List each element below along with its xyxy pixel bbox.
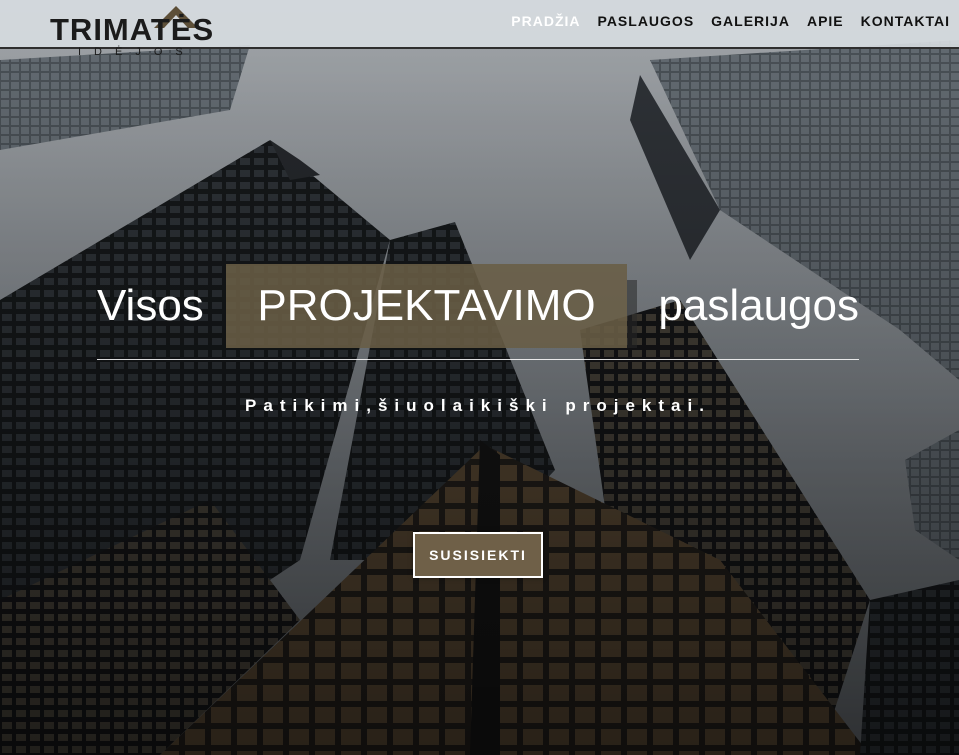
- headline-left-word: Visos: [97, 281, 204, 330]
- hero-divider: [97, 359, 859, 360]
- site-header: TRIMATĖS IDĖJOS PRADŽIA PASLAUGOS GALERI…: [0, 0, 959, 58]
- hero-headline: Visos PROJEKTAVIMO paslaugos: [97, 264, 859, 350]
- nav-item-paslaugos[interactable]: PASLAUGOS: [598, 13, 695, 29]
- headline-right-word: paslaugos: [658, 281, 859, 330]
- headline-highlight-word: PROJEKTAVIMO: [257, 281, 596, 330]
- nav-item-apie[interactable]: APIE: [807, 13, 844, 29]
- highlight-shadow: [627, 280, 637, 348]
- main-nav: PRADŽIA PASLAUGOS GALERIJA APIE KONTAKTA…: [511, 13, 950, 29]
- hero-background-image: [0, 0, 959, 755]
- brand-subtitle: IDĖJOS: [78, 46, 196, 58]
- nav-item-galerija[interactable]: GALERIJA: [711, 13, 790, 29]
- hero-tagline: Patikimi,šiuolaikiški projektai.: [245, 396, 711, 415]
- nav-item-pradzia[interactable]: PRADŽIA: [511, 13, 580, 29]
- headline-highlight-box: PROJEKTAVIMO: [226, 264, 627, 348]
- brand-name: TRIMATĖS: [50, 12, 215, 47]
- nav-item-kontaktai[interactable]: KONTAKTAI: [861, 13, 950, 29]
- brand-logo[interactable]: TRIMATĖS IDĖJOS: [50, 4, 260, 60]
- contact-button[interactable]: SUSISIEKTI: [413, 532, 543, 578]
